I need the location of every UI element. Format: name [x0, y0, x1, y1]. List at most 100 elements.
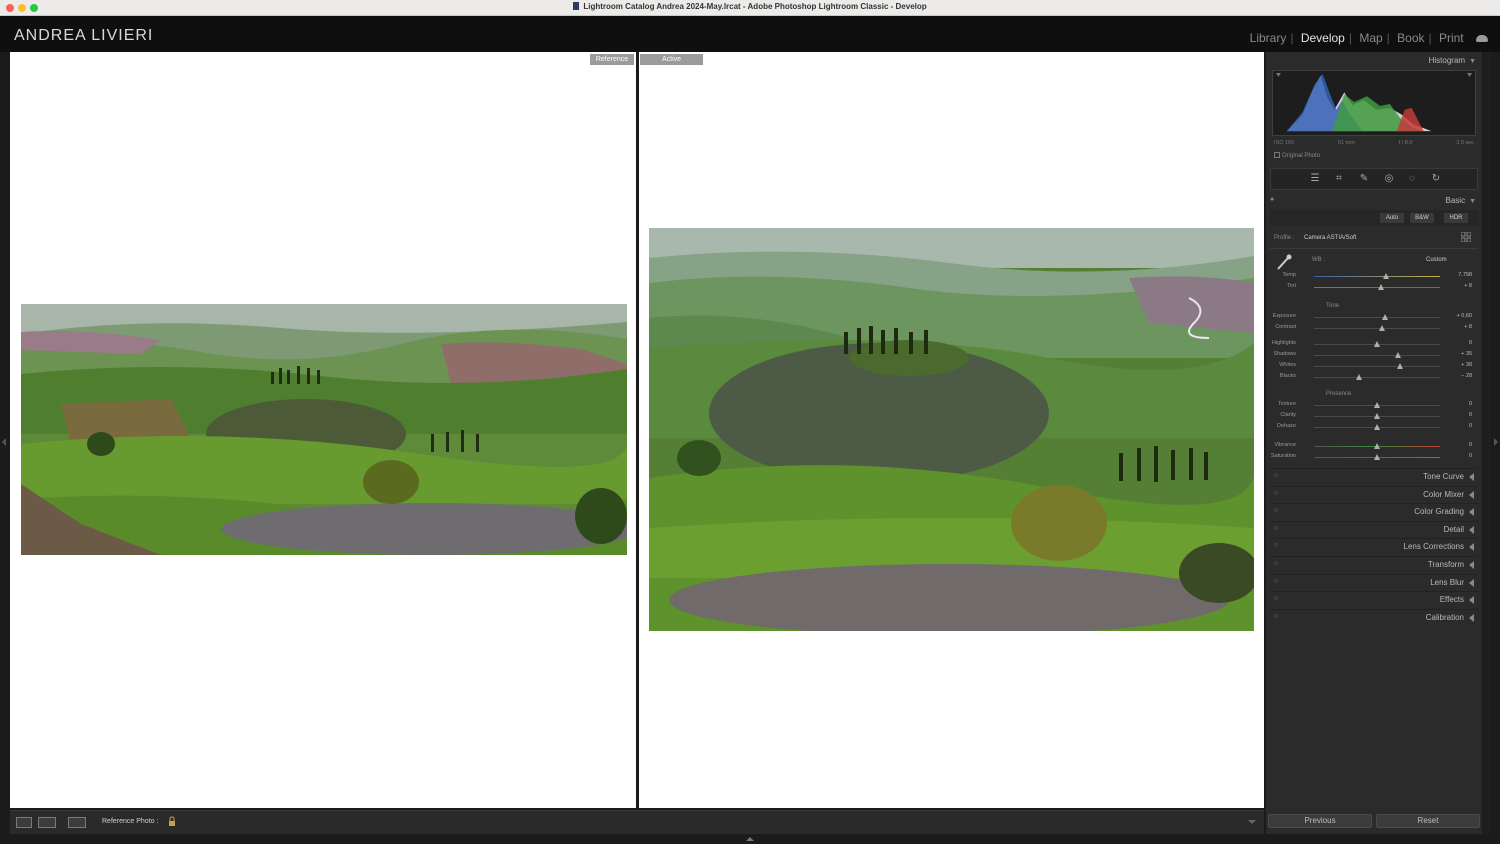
- slider-thumb[interactable]: [1374, 413, 1380, 419]
- slider-highlights[interactable]: Highlights 0: [1270, 340, 1478, 349]
- healing-icon[interactable]: ✎: [1358, 173, 1370, 185]
- slider-thumb[interactable]: [1374, 341, 1380, 347]
- expand-arrow-icon[interactable]: [1469, 561, 1474, 569]
- reset-button[interactable]: Reset: [1376, 814, 1480, 828]
- bw-button[interactable]: B&W: [1410, 213, 1434, 223]
- slider-thumb[interactable]: [1396, 363, 1403, 369]
- panel-scrollbar[interactable]: [1483, 52, 1491, 834]
- panel-section-calibration[interactable]: ○ Calibration: [1270, 608, 1478, 625]
- shadow-clipping-icon[interactable]: [1275, 72, 1281, 77]
- slider-blacks[interactable]: Blacks − 28: [1270, 373, 1478, 382]
- section-visibility-eye-icon[interactable]: ○: [1274, 560, 1278, 567]
- histogram-chart[interactable]: [1272, 70, 1476, 136]
- lock-icon[interactable]: [168, 816, 176, 827]
- panel-section-color-grading[interactable]: ○ Color Grading: [1270, 503, 1478, 519]
- masking-icon[interactable]: ◌: [1406, 173, 1418, 185]
- slider-thumb[interactable]: [1374, 454, 1380, 460]
- before-after-view-button[interactable]: [68, 817, 86, 828]
- toolbar-content-dropdown-icon[interactable]: [1248, 820, 1256, 824]
- section-visibility-eye-icon[interactable]: ○: [1274, 578, 1278, 585]
- slider-value[interactable]: + 8: [1464, 324, 1472, 330]
- slider-value[interactable]: 7.798: [1458, 272, 1472, 278]
- section-visibility-eye-icon[interactable]: ○: [1274, 507, 1278, 514]
- section-visibility-eye-icon[interactable]: ○: [1274, 542, 1278, 549]
- active-photo[interactable]: [649, 228, 1254, 631]
- slider-vibrance[interactable]: Vibrance 0: [1270, 442, 1478, 451]
- panel-section-lens-corrections[interactable]: ○ Lens Corrections: [1270, 538, 1478, 554]
- panel-section-effects[interactable]: ○ Effects: [1270, 591, 1478, 607]
- slider-thumb[interactable]: [1356, 374, 1363, 380]
- slider-contrast[interactable]: Contrast + 8: [1270, 324, 1478, 333]
- original-photo-checkbox[interactable]: [1274, 152, 1280, 158]
- slider-whites[interactable]: Whites + 38: [1270, 362, 1478, 371]
- expand-arrow-icon[interactable]: [1469, 613, 1474, 622]
- eyedropper-icon[interactable]: [1274, 253, 1294, 271]
- slider-shadows[interactable]: Shadows + 35: [1270, 351, 1478, 360]
- expand-arrow-icon[interactable]: [1469, 490, 1474, 499]
- slider-value[interactable]: 0: [1469, 453, 1472, 459]
- loupe-view-button[interactable]: [16, 817, 32, 828]
- slider-value[interactable]: 0: [1469, 442, 1472, 448]
- histogram-header[interactable]: Histogram ▼: [1429, 56, 1476, 65]
- highlight-clipping-icon[interactable]: [1467, 72, 1473, 77]
- slider-track[interactable]: [1314, 328, 1440, 329]
- cloud-sync-icon[interactable]: [1476, 35, 1488, 42]
- slider-value[interactable]: 0: [1469, 401, 1472, 407]
- section-visibility-eye-icon[interactable]: ○: [1274, 472, 1278, 479]
- slider-value[interactable]: 0: [1469, 423, 1472, 429]
- slider-value[interactable]: + 38: [1461, 362, 1472, 368]
- basic-visibility-eye-icon[interactable]: ●: [1270, 196, 1274, 203]
- module-library[interactable]: Library: [1247, 31, 1290, 45]
- left-panel-toggle-icon[interactable]: [2, 438, 6, 446]
- slider-value[interactable]: − 28: [1461, 373, 1472, 379]
- slider-saturation[interactable]: Saturation 0: [1270, 453, 1478, 462]
- module-develop[interactable]: Develop: [1298, 31, 1348, 45]
- slider-value[interactable]: + 0,60: [1457, 313, 1472, 319]
- slider-thumb[interactable]: [1379, 325, 1386, 331]
- slider-track[interactable]: [1314, 377, 1440, 378]
- slider-exposure[interactable]: Exposure + 0,60: [1270, 313, 1478, 322]
- section-visibility-eye-icon[interactable]: ○: [1274, 613, 1278, 620]
- panel-section-transform[interactable]: ○ Transform: [1270, 556, 1478, 572]
- module-map[interactable]: Map: [1356, 31, 1385, 45]
- edit-sliders-icon[interactable]: ☰: [1309, 173, 1321, 185]
- slider-clarity[interactable]: Clarity 0: [1270, 412, 1478, 421]
- slider-track[interactable]: [1314, 355, 1440, 356]
- slider-thumb[interactable]: [1377, 284, 1384, 290]
- slider-thumb[interactable]: [1374, 424, 1380, 430]
- reference-view-button[interactable]: [38, 817, 56, 828]
- expand-arrow-icon[interactable]: [1469, 543, 1474, 552]
- panel-section-tone-curve[interactable]: ○ Tone Curve: [1270, 468, 1478, 484]
- module-print[interactable]: Print: [1436, 31, 1467, 45]
- slider-track[interactable]: [1314, 366, 1440, 367]
- slider-dehaze[interactable]: Dehaze 0: [1270, 423, 1478, 432]
- expand-arrow-icon[interactable]: [1469, 525, 1474, 534]
- slider-track[interactable]: [1314, 276, 1440, 277]
- filmstrip-toggle-icon[interactable]: [746, 837, 754, 841]
- slider-thumb[interactable]: [1382, 273, 1389, 279]
- reference-photo[interactable]: [21, 304, 627, 555]
- slider-value[interactable]: + 35: [1461, 351, 1472, 357]
- panel-section-detail[interactable]: ○ Detail: [1270, 520, 1478, 537]
- wb-dropdown[interactable]: Custom: [1426, 257, 1447, 263]
- crop-icon[interactable]: ⌗: [1333, 173, 1345, 185]
- slider-value[interactable]: + 8: [1464, 283, 1472, 289]
- expand-arrow-icon[interactable]: [1469, 596, 1474, 605]
- slider-thumb[interactable]: [1374, 443, 1380, 449]
- panel-section-color-mixer[interactable]: ○ Color Mixer: [1270, 485, 1478, 502]
- right-panel-toggle-icon[interactable]: [1494, 438, 1498, 446]
- slider-thumb[interactable]: [1374, 402, 1380, 408]
- section-visibility-eye-icon[interactable]: ○: [1274, 525, 1278, 532]
- expand-arrow-icon[interactable]: [1469, 473, 1474, 481]
- previous-button[interactable]: Previous: [1268, 814, 1372, 828]
- slider-value[interactable]: 0: [1469, 340, 1472, 346]
- slider-texture[interactable]: Texture 0: [1270, 401, 1478, 410]
- auto-button[interactable]: Auto: [1380, 213, 1404, 223]
- slider-value[interactable]: 0: [1469, 412, 1472, 418]
- profile-browser-icon[interactable]: [1461, 232, 1471, 242]
- section-visibility-eye-icon[interactable]: ○: [1274, 490, 1278, 497]
- slider-temp[interactable]: Temp 7.798: [1270, 272, 1478, 281]
- profile-dropdown[interactable]: Camera ASTIA/Soft: [1304, 235, 1356, 241]
- original-photo-toggle[interactable]: Original Photo: [1274, 152, 1320, 159]
- panel-section-lens-blur[interactable]: ○ Lens Blur: [1270, 573, 1478, 590]
